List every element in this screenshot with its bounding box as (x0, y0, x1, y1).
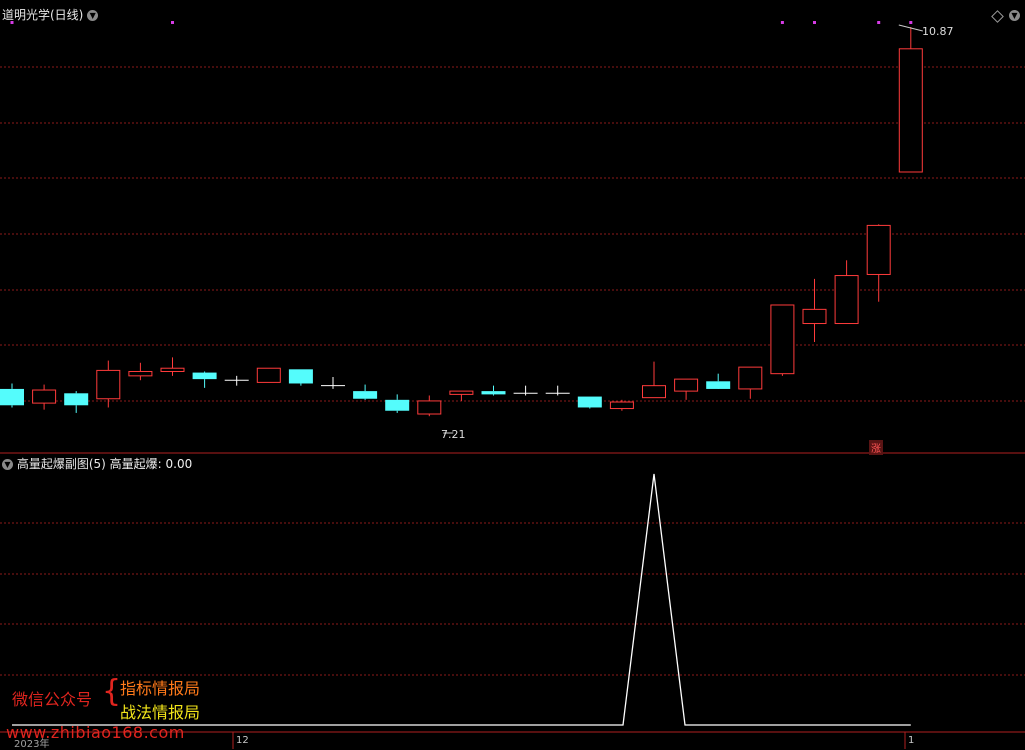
candle-body (32, 389, 57, 404)
watermark-wechat: 微信公众号 (12, 690, 93, 709)
signal-dot (171, 21, 174, 24)
price-pointers (443, 24, 923, 434)
watermark-account-1: 指标情报局 (120, 679, 201, 698)
candle-body (866, 224, 891, 275)
signal-dot (813, 21, 816, 24)
month-tick-december: 12 (236, 735, 249, 746)
candle-body (0, 388, 24, 406)
price-grid (0, 66, 1025, 676)
candle-body (834, 275, 859, 325)
candle-body (481, 391, 506, 395)
chevron-down-icon[interactable]: ▼ (1009, 10, 1020, 21)
chevron-down-icon[interactable]: ▼ (2, 459, 13, 470)
candle-body (449, 390, 474, 395)
main-panel-title-bar: 道明光学(日线) ▼ (2, 6, 99, 23)
low-price-label: 7.21 (441, 428, 466, 441)
candle-body (288, 369, 313, 384)
candle-body (385, 399, 410, 411)
chart-canvas (0, 21, 1025, 749)
signal-dot (780, 21, 784, 24)
watermark-account-2: 战法情报局 (120, 703, 201, 722)
main-panel-title: 道明光学(日线) (2, 8, 84, 22)
rise-signal-badge: 涨 (869, 440, 883, 455)
watermark-url: www.zhibiao168.com (6, 723, 185, 742)
candle-body (417, 400, 442, 415)
candle-body (898, 48, 923, 173)
candle-body (160, 367, 185, 372)
sub-panel-title-bar: ▼ 高量起爆副图(5) 高量起爆: 0.00 (2, 455, 192, 472)
signal-dot (909, 21, 913, 24)
candle-body (353, 391, 378, 399)
candle-body (738, 366, 763, 390)
signal-dots (10, 21, 913, 24)
candle-body (642, 385, 666, 399)
candle-body (256, 367, 281, 383)
chart-window: 道明光学(日线) ▼ ▼ 10.87 7.21 涨 ▼ 高量起爆副图(5) 高量… (0, 0, 1025, 750)
high-price-label: 10.87 (922, 25, 954, 38)
indicator-value: 高量起爆: 0.00 (109, 457, 193, 471)
signal-dot (877, 21, 881, 24)
chevron-down-icon[interactable]: ▼ (87, 10, 99, 21)
candle-body (96, 369, 121, 400)
candle-body (770, 304, 795, 375)
candlestick-series (0, 27, 923, 417)
candle-body (64, 393, 89, 406)
watermark-brace: { (102, 674, 122, 709)
candle-body (577, 396, 602, 408)
candle-body (802, 308, 827, 325)
candle-body (128, 370, 153, 377)
candle-body (192, 372, 217, 380)
candle-body (609, 401, 634, 410)
candle-body (674, 378, 699, 392)
candle-body (706, 381, 731, 389)
sub-panel-title: 高量起爆副图(5) (16, 457, 106, 471)
month-tick-january: 1 (908, 735, 915, 746)
